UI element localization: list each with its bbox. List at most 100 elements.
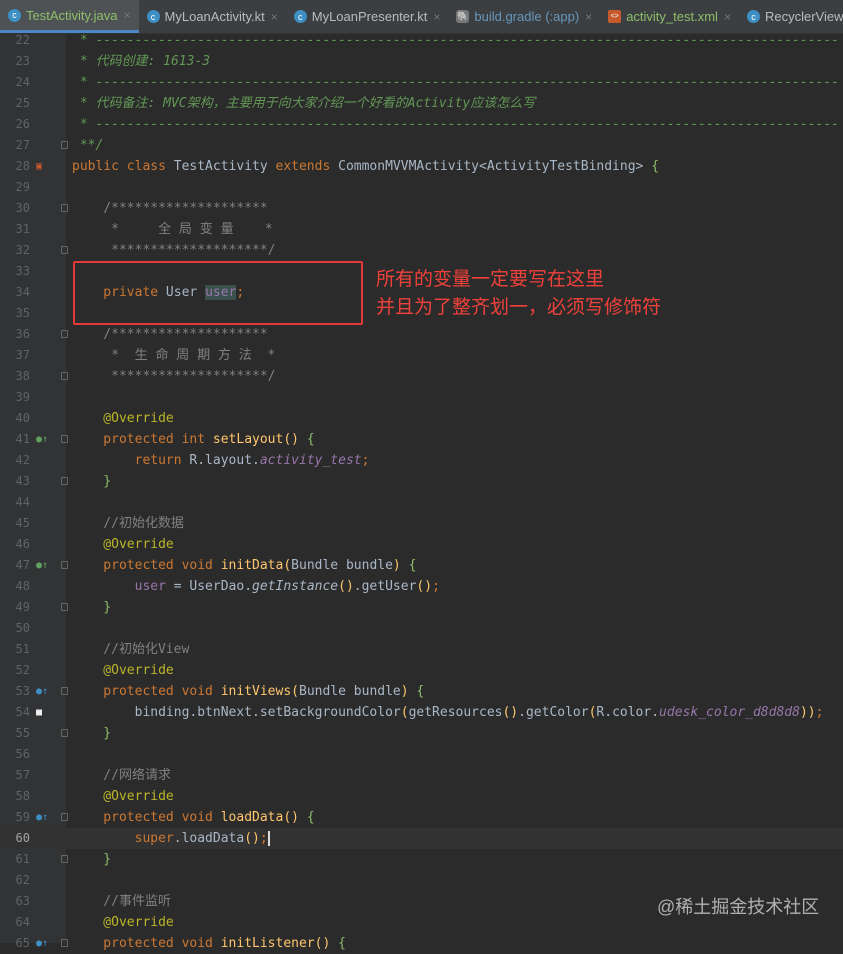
fold-icon[interactable]	[61, 729, 68, 737]
code-line[interactable]: 48 user = UserDao.getInstance().getUser(…	[0, 576, 843, 597]
code-line[interactable]: 28 ▣ public class TestActivity extends Com…	[0, 156, 843, 177]
close-tab-icon[interactable]: ×	[585, 10, 592, 24]
line-number: 31	[15, 222, 30, 236]
line-number: 48	[15, 579, 30, 593]
implements-marker-icon[interactable]: ●↑	[36, 429, 48, 450]
code-line[interactable]: 32 ********************/	[0, 240, 843, 261]
code-token: **/	[72, 138, 104, 153]
code-line[interactable]: 59 ●↑ protected void loadData() {	[0, 807, 843, 828]
close-tab-icon[interactable]: ×	[124, 8, 131, 22]
code-line[interactable]: 60 super.loadData();	[0, 828, 843, 849]
implements-marker-icon[interactable]: ●↑	[36, 555, 48, 576]
fold-icon[interactable]	[61, 141, 68, 149]
xml-layout-icon[interactable]: ▣	[36, 156, 42, 177]
close-tab-icon[interactable]: ×	[271, 10, 278, 24]
tab-label: MyLoanPresenter.kt	[311, 9, 428, 24]
code-line[interactable]: 24 * -----------------------------------…	[0, 72, 843, 93]
code-text: }	[72, 849, 111, 870]
code-line[interactable]: 50	[0, 618, 843, 639]
code-line[interactable]: 29	[0, 177, 843, 198]
code-line[interactable]: 41 ●↑ protected int setLayout() {	[0, 429, 843, 450]
tab-label: build.gradle (:app)	[474, 9, 580, 24]
code-text: @Override	[72, 786, 173, 807]
fold-icon[interactable]	[61, 939, 68, 947]
code-line[interactable]: 38 ********************/	[0, 366, 843, 387]
fold-icon[interactable]	[61, 561, 68, 569]
code-token: Bundle bundle	[291, 558, 393, 573]
line-number: 61	[15, 852, 30, 866]
code-line[interactable]: 42 return R.layout.activity_test;	[0, 450, 843, 471]
code-line[interactable]: 27 **/	[0, 135, 843, 156]
code-line[interactable]: 56	[0, 744, 843, 765]
fold-icon[interactable]	[61, 855, 68, 863]
code-token: protected int	[72, 432, 213, 447]
override-marker-icon[interactable]: ●↑	[36, 933, 48, 954]
code-text: * 代码创建: 1613-3	[72, 51, 210, 72]
color-swatch-icon[interactable]: ■	[36, 702, 42, 723]
close-tab-icon[interactable]: ×	[724, 10, 731, 24]
code-line[interactable]: 52 @Override	[0, 660, 843, 681]
code-line[interactable]: 39	[0, 387, 843, 408]
fold-icon[interactable]	[61, 603, 68, 611]
code-line[interactable]: 65 ●↑ protected void initListener() {	[0, 933, 843, 954]
code-token: ;	[259, 831, 270, 846]
code-text: * --------------------------------------…	[72, 30, 839, 51]
code-line[interactable]: 45 //初始化数据	[0, 513, 843, 534]
fold-icon[interactable]	[61, 372, 68, 380]
fold-icon[interactable]	[61, 477, 68, 485]
code-line[interactable]: 51 //初始化View	[0, 639, 843, 660]
code-line[interactable]: 31 * 全 局 变 量 *	[0, 219, 843, 240]
code-line[interactable]: 23 * 代码创建: 1613-3	[0, 51, 843, 72]
tab-1[interactable]: c MyLoanActivity.kt ×	[139, 0, 286, 33]
code-line[interactable]: 25 * 代码备注: MVC架构，主要用于向大家介绍一个好看的Activity应…	[0, 93, 843, 114]
fold-icon[interactable]	[61, 330, 68, 338]
fold-icon[interactable]	[61, 435, 68, 443]
code-line[interactable]: 26 * -----------------------------------…	[0, 114, 843, 135]
tab-2[interactable]: c MyLoanPresenter.kt ×	[286, 0, 449, 33]
code-line[interactable]: 37 * 生 命 周 期 方 法 *	[0, 345, 843, 366]
code-line[interactable]: 40 @Override	[0, 408, 843, 429]
tab-4[interactable]: <> activity_test.xml ×	[600, 0, 739, 33]
code-text: * 全 局 变 量 *	[72, 219, 273, 240]
code-line[interactable]: 55 }	[0, 723, 843, 744]
code-token: protected void	[72, 936, 221, 951]
code-token: * 生 命 周 期 方 法 *	[72, 348, 276, 363]
code-line[interactable]: 62	[0, 870, 843, 891]
code-line[interactable]: 22 * -----------------------------------…	[0, 30, 843, 51]
override-marker-icon[interactable]: ●↑	[36, 681, 48, 702]
code-line[interactable]: 53 ●↑ protected void initViews(Bundle bun…	[0, 681, 843, 702]
fold-icon[interactable]	[61, 813, 68, 821]
code-token: ********************/	[72, 243, 276, 258]
code-token: ()	[314, 936, 339, 951]
code-text: * 生 命 周 期 方 法 *	[72, 345, 275, 366]
code-line[interactable]: 58 @Override	[0, 786, 843, 807]
tab-0[interactable]: c TestActivity.java ×	[0, 0, 139, 33]
code-text: //初始化View	[72, 639, 189, 660]
code-token: @Override	[72, 915, 174, 930]
tab-3[interactable]: 🐘 build.gradle (:app) ×	[448, 0, 600, 33]
code-line[interactable]: 36 /********************	[0, 324, 843, 345]
code-line[interactable]: 43 }	[0, 471, 843, 492]
code-line[interactable]: 54 ■ binding.btnNext.setBackgroundColor(g…	[0, 702, 843, 723]
code-line[interactable]: 30 /********************	[0, 198, 843, 219]
code-line[interactable]: 44	[0, 492, 843, 513]
code-text: protected int setLayout() {	[72, 429, 314, 450]
code-line[interactable]: 61 }	[0, 849, 843, 870]
code-line[interactable]: 49 }	[0, 597, 843, 618]
fold-icon[interactable]	[61, 687, 68, 695]
code-line[interactable]: 47 ●↑ protected void initData(Bundle bund…	[0, 555, 843, 576]
line-number: 51	[15, 642, 30, 656]
line-number: 47	[15, 558, 30, 572]
close-tab-icon[interactable]: ×	[433, 10, 440, 24]
tab-5[interactable]: c RecyclerView	[739, 0, 843, 33]
fold-icon[interactable]	[61, 204, 68, 212]
fold-icon[interactable]	[61, 246, 68, 254]
code-text: return R.layout.activity_test;	[72, 450, 370, 471]
override-marker-icon[interactable]: ●↑	[36, 807, 48, 828]
code-token: * 代码备注: MVC架构，主要用于向大家介绍一个好看的Activity应该怎么…	[72, 96, 536, 111]
code-text: /********************	[72, 198, 267, 219]
code-token: udesk_color_d8d8d8	[659, 705, 800, 720]
code-line[interactable]: 57 //网络请求	[0, 765, 843, 786]
code-line[interactable]: 46 @Override	[0, 534, 843, 555]
line-number: 42	[15, 453, 30, 467]
